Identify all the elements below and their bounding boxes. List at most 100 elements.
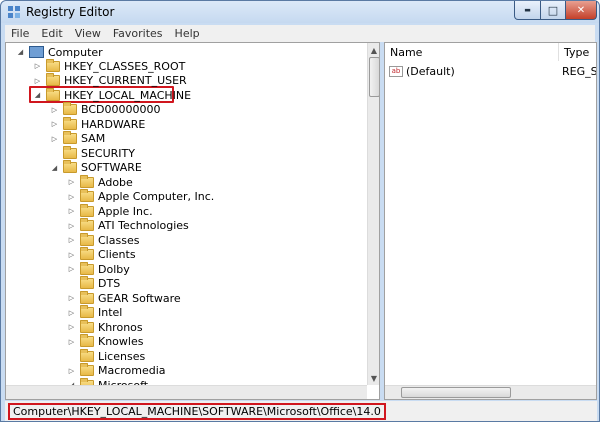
tree-item-label: Adobe [98,175,133,189]
tree-item-label: Khronos [98,320,143,334]
value-row[interactable]: ab (Default) REG_S [389,64,596,78]
tree-item[interactable]: ▷ Knowles [67,334,143,349]
tree-item-label: SAM [81,132,106,145]
tree-item[interactable]: ▷ GEAR Software [67,290,181,305]
column-header-type[interactable]: Type [559,43,596,61]
tree-item[interactable]: ▷ ATI Technologies [67,218,189,233]
registry-editor-icon [8,6,20,18]
folder-icon [63,160,77,173]
key-tree-pane: ◢ Computer ▷ HKEY_CLASSES_ROOT ▷ HKEY_CURRE… [5,42,380,400]
computer-icon [29,46,44,58]
collapsed-arrow-icon[interactable]: ▷ [67,366,76,375]
close-button[interactable]: ✕ [565,1,597,20]
tree-item-label: GEAR Software [98,291,181,305]
folder-icon [80,232,94,246]
folder-icon [80,348,94,362]
tree-item[interactable]: ▷ BCD00000000 [50,102,161,117]
folder-icon [80,189,94,202]
folder-icon [80,203,94,217]
collapsed-arrow-icon[interactable]: ▷ [67,323,76,332]
tree-item[interactable]: ▷ HKEY_CLASSES_ROOT [33,58,186,73]
folder-icon [80,218,94,231]
tree-item[interactable]: ▷ HARDWARE [50,116,145,131]
folder-icon [80,319,94,333]
tree-item-label: HKEY_CLASSES_ROOT [64,59,186,73]
title-bar[interactable]: Registry Editor ▬ □ ✕ [1,1,599,23]
tree-item[interactable]: ▷ Intel [67,305,122,320]
tree-item-label: Clients [98,248,136,261]
menu-bar: File Edit View Favorites Help [5,25,595,42]
collapsed-arrow-icon[interactable]: ▷ [67,192,76,201]
folder-icon [63,131,77,144]
tree-item-label: Dolby [98,262,130,276]
tree-item-label: Macromedia [98,364,166,377]
tree-item[interactable]: Licenses [67,348,145,363]
collapsed-arrow-icon[interactable]: ▷ [67,265,76,274]
tree-item[interactable]: ▷ Apple Computer, Inc. [67,189,214,204]
tree-item[interactable]: SECURITY [50,145,135,160]
tree-item[interactable]: ▷ Apple Inc. [67,203,153,218]
tree-item-computer[interactable]: ◢ Computer [16,45,103,59]
tree-item[interactable]: ◢ HKEY_LOCAL_MACHINE [33,87,191,102]
collapsed-arrow-icon[interactable]: ▷ [50,105,59,114]
folder-icon [46,87,60,101]
collapsed-arrow-icon[interactable]: ▷ [67,207,76,216]
tree-item[interactable]: ◢ SOFTWARE [50,160,142,175]
folder-icon [63,116,77,130]
scroll-down-arrow-icon[interactable]: ▼ [368,371,379,385]
menu-favorites[interactable]: Favorites [107,27,169,40]
expanded-arrow-icon[interactable]: ◢ [50,163,59,172]
scroll-thumb[interactable] [369,57,379,97]
vertical-scrollbar[interactable]: ▲ ▼ [367,43,379,385]
collapsed-arrow-icon[interactable]: ▷ [67,250,76,259]
tree-item-label: Apple Inc. [98,204,153,218]
folder-icon [63,102,77,115]
window-title: Registry Editor [26,5,115,19]
expanded-arrow-icon[interactable]: ◢ [16,48,25,57]
tree-connector [67,279,76,288]
horizontal-scrollbar[interactable] [6,385,367,399]
tree-item[interactable]: ▷ SAM [50,131,106,146]
tree-item[interactable]: ▷ HKEY_CURRENT_USER [33,73,187,88]
tree-item-label: ATI Technologies [98,219,189,232]
tree-item[interactable]: ▷ Macromedia [67,363,166,378]
tree-item[interactable]: DTS [67,276,120,291]
folder-icon [46,58,60,72]
collapsed-arrow-icon[interactable]: ▷ [33,62,42,71]
folder-icon [63,145,77,159]
status-bar: Computer\HKEY_LOCAL_MACHINE\SOFTWARE\Mic… [5,401,597,421]
expanded-arrow-icon[interactable]: ◢ [33,91,42,100]
values-horizontal-scrollbar[interactable] [385,385,596,399]
tree-item-label: BCD00000000 [81,103,161,116]
folder-icon [80,247,94,260]
minimize-button[interactable]: ▬ [514,1,541,20]
collapsed-arrow-icon[interactable]: ▷ [67,294,76,303]
collapsed-arrow-icon[interactable]: ▷ [67,308,76,317]
tree-item[interactable]: ▷ Adobe [67,174,133,189]
collapsed-arrow-icon[interactable]: ▷ [33,76,42,85]
tree-item[interactable]: ▷ Classes [67,232,140,247]
tree-item[interactable]: ◢ Microsoft [67,377,148,385]
tree-item-label: HKEY_CURRENT_USER [64,74,187,87]
menu-help[interactable]: Help [169,27,206,40]
menu-file[interactable]: File [5,27,35,40]
menu-edit[interactable]: Edit [35,27,68,40]
collapsed-arrow-icon[interactable]: ▷ [67,337,76,346]
collapsed-arrow-icon[interactable]: ▷ [67,178,76,187]
ab-string-icon: ab [389,65,403,77]
column-header-name[interactable]: Name [385,43,559,61]
tree-item[interactable]: ▷ Dolby [67,261,130,276]
maximize-icon: □ [547,3,559,17]
menu-view[interactable]: View [69,27,107,40]
tree-item[interactable]: ▷ Khronos [67,319,143,334]
tree-item-label: Classes [98,233,140,247]
scroll-up-arrow-icon[interactable]: ▲ [368,43,379,57]
maximize-button[interactable]: □ [540,1,566,20]
scroll-thumb[interactable] [401,387,511,398]
collapsed-arrow-icon[interactable]: ▷ [50,134,59,143]
collapsed-arrow-icon[interactable]: ▷ [50,120,59,129]
tree-item[interactable]: ▷ Clients [67,247,136,262]
collapsed-arrow-icon[interactable]: ▷ [67,221,76,230]
collapsed-arrow-icon[interactable]: ▷ [67,236,76,245]
tree-connector [67,352,76,361]
